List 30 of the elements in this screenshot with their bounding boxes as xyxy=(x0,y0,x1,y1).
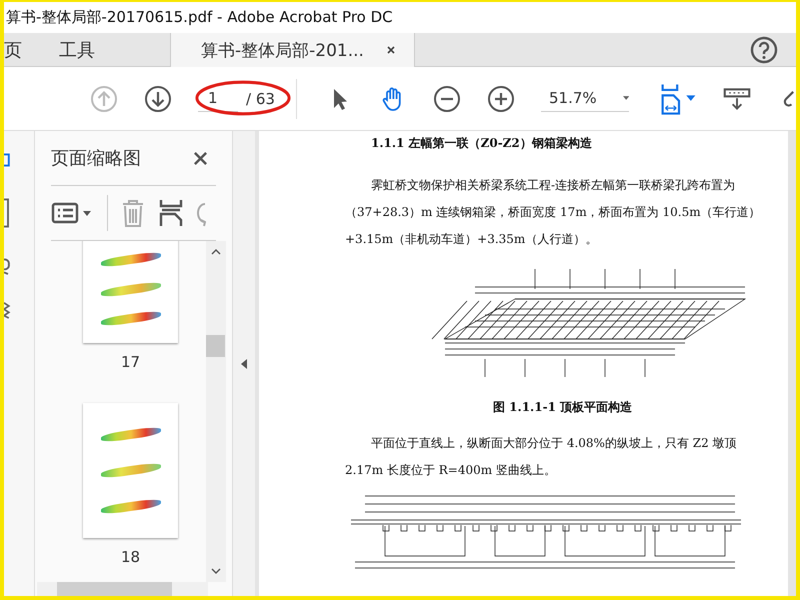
zoom-dropdown[interactable]: 51.7% xyxy=(541,85,629,112)
page-thumbnail[interactable] xyxy=(83,241,178,343)
page-number: 18 xyxy=(120,548,140,566)
horizontal-scrollbar[interactable] xyxy=(37,582,208,596)
section-heading: 1.1.1 左幅第一联（Z0-Z2）钢箱梁构造 xyxy=(370,135,593,152)
tab[interactable]: 页 xyxy=(4,33,44,66)
insert-page-icon[interactable] xyxy=(158,198,184,228)
page-thumbnail[interactable] xyxy=(83,403,178,538)
window-title: 算书-整体局部-20170615.pdf - Adobe Acrobat Pro DC xyxy=(6,8,393,27)
zoom-out-icon[interactable] xyxy=(433,84,461,112)
tab[interactable]: 工具 xyxy=(44,33,110,66)
panel-title: 页面缩略图 xyxy=(51,147,141,170)
paragraph: 平面位于直线上，纵断面大部分位于 4.08%的纵坡上，只有 Z2 墩顶 2.17m 长度位于 R=400m 竖曲线上。 xyxy=(345,435,738,479)
collapse-arrow-icon[interactable] xyxy=(241,358,247,368)
close-icon[interactable] xyxy=(386,45,396,55)
next-page-icon[interactable] xyxy=(144,84,172,112)
scroll-up-icon[interactable] xyxy=(211,249,221,255)
zoom-in-icon[interactable] xyxy=(487,84,515,112)
caret-icon xyxy=(622,95,629,101)
figure-caption: 图 1.1.1-1 顶板平面构造 xyxy=(492,399,634,416)
scrollbar-thumb[interactable] xyxy=(206,335,225,357)
scroll-down-icon[interactable] xyxy=(211,568,221,574)
help-icon[interactable] xyxy=(750,36,778,64)
vertical-scrollbar[interactable] xyxy=(206,241,226,582)
page-count: / 63 xyxy=(246,90,275,108)
page-number: 17 xyxy=(120,353,140,371)
page-number-field[interactable]: 1 xyxy=(198,85,238,112)
paragraph: 霁虹桥文物保护相关桥梁系统工程-连接桥左幅第一联桥梁孔跨布置为（37+28.3）m 连续钢箱梁，桥面宽度 17m，桥面布置为 10.5m（车行道）+3.15m（非机动车道）+3.35m（人行道）。 xyxy=(345,177,762,248)
close-icon[interactable] xyxy=(193,150,208,166)
tab[interactable]: 算书-整体局部-201... xyxy=(170,33,415,67)
